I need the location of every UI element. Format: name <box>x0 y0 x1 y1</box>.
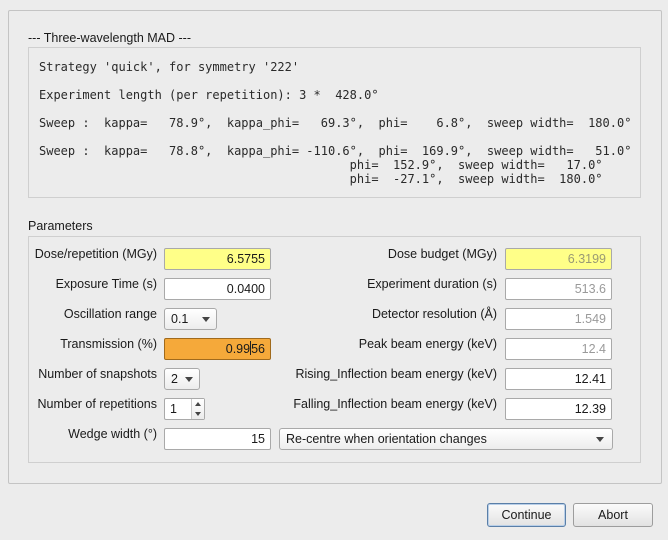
dose-input[interactable]: 6.5755 <box>164 248 271 270</box>
resolution-field: 1.549 <box>505 308 612 330</box>
spin-down-icon[interactable] <box>195 412 201 416</box>
repetitions-spinbox[interactable]: 1 <box>164 398 205 420</box>
strategy-line: Sweep : kappa= 78.9°, kappa_phi= 69.3°, … <box>39 116 632 130</box>
transmission-value-part: 56 <box>251 342 265 356</box>
continue-button[interactable]: Continue <box>487 503 566 527</box>
strategy-line: phi= -27.1°, sweep width= 180.0° <box>39 172 603 186</box>
snapshots-select[interactable]: 2 <box>164 368 200 390</box>
abort-button[interactable]: Abort <box>573 503 653 527</box>
chevron-down-icon <box>185 377 193 382</box>
recentre-value: Re-centre when orientation changes <box>286 432 487 446</box>
rising-energy-input[interactable]: 12.41 <box>505 368 612 390</box>
strategy-line: phi= 152.9°, sweep width= 17.0° <box>39 158 603 172</box>
dose-label: Dose/repetition (MGy) <box>34 247 157 261</box>
parameters-title: Parameters <box>28 219 93 233</box>
rising-energy-label: Rising_Inflection beam energy (keV) <box>295 367 498 381</box>
repetitions-label: Number of repetitions <box>37 397 157 411</box>
repetitions-value: 1 <box>170 402 177 416</box>
snapshots-value: 2 <box>171 372 178 386</box>
strategy-summary: Strategy 'quick', for symmetry '222' Exp… <box>28 47 641 198</box>
wedge-label: Wedge width (°) <box>68 427 157 441</box>
wedge-input[interactable]: 15 <box>164 428 271 450</box>
chevron-down-icon <box>596 437 604 442</box>
strategy-line: Strategy 'quick', for symmetry '222' <box>39 60 300 74</box>
transmission-label: Transmission (%) <box>60 337 157 351</box>
peak-energy-field: 12.4 <box>505 338 612 360</box>
spin-up-icon[interactable] <box>195 402 201 406</box>
dose-budget-field: 6.3199 <box>505 248 612 270</box>
peak-energy-label: Peak beam energy (keV) <box>358 337 497 351</box>
exposure-input[interactable]: 0.0400 <box>164 278 271 300</box>
mad-group-title: --- Three-wavelength MAD --- <box>28 31 192 45</box>
falling-energy-input[interactable]: 12.39 <box>505 398 612 420</box>
recentre-select[interactable]: Re-centre when orientation changes <box>279 428 613 450</box>
duration-label: Experiment duration (s) <box>367 277 497 291</box>
strategy-line: Experiment length (per repetition): 3 * … <box>39 88 379 102</box>
transmission-value-part: 0.99 <box>225 342 251 356</box>
resolution-label: Detector resolution (Å) <box>371 307 497 321</box>
duration-field: 513.6 <box>505 278 612 300</box>
oscillation-value: 0.1 <box>171 312 189 326</box>
transmission-input[interactable]: 0.9956 <box>164 338 271 360</box>
falling-energy-label: Falling_Inflection beam energy (keV) <box>293 397 497 411</box>
strategy-line: Sweep : kappa= 78.8°, kappa_phi= -110.6°… <box>39 144 632 158</box>
dose-budget-label: Dose budget (MGy) <box>387 247 497 261</box>
snapshots-label: Number of snapshots <box>38 367 157 381</box>
oscillation-select[interactable]: 0.1 <box>164 308 217 330</box>
chevron-down-icon <box>202 317 210 322</box>
oscillation-label: Oscillation range <box>63 307 157 321</box>
spin-buttons[interactable] <box>191 399 204 419</box>
exposure-label: Exposure Time (s) <box>55 277 157 291</box>
